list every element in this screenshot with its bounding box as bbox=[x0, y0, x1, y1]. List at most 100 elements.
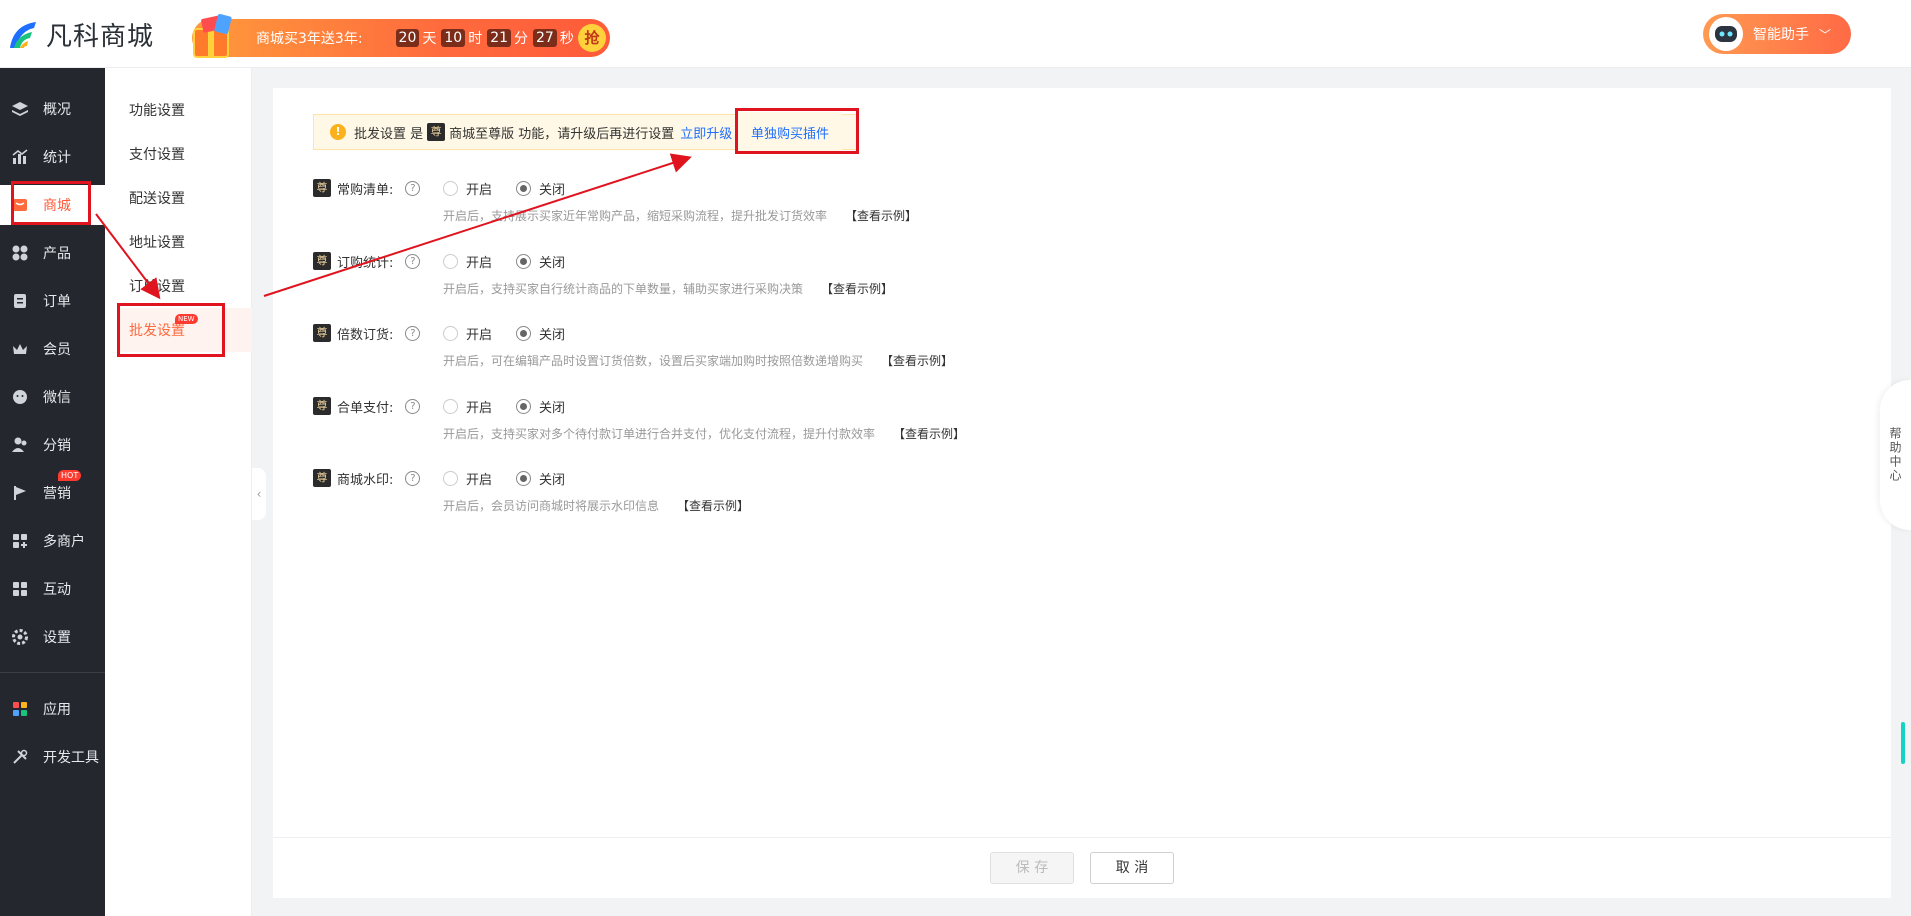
tools-icon bbox=[10, 747, 30, 767]
radio-circle bbox=[443, 398, 458, 414]
sidebar-item-members[interactable]: 会员 bbox=[0, 329, 105, 369]
subnav-item-wholesale[interactable]: 批发设置 NEW bbox=[117, 308, 252, 352]
radio-circle bbox=[516, 180, 532, 196]
setting-label-text: 合单支付: bbox=[337, 400, 394, 416]
view-example-link[interactable]: 【查看示例】 bbox=[893, 427, 965, 441]
logo[interactable]: 凡科商城 bbox=[6, 16, 154, 53]
subnav-item-delivery[interactable]: 配送设置 bbox=[105, 176, 252, 220]
setting-label: 尊 合单支付: ? bbox=[313, 396, 421, 416]
promo-text: 商城买3年送3年: bbox=[256, 31, 363, 47]
upgrade-link[interactable]: 立即升级 bbox=[680, 123, 732, 142]
buy-plugin-link[interactable]: 单独购买插件 bbox=[738, 112, 842, 152]
countdown-hours: 10 bbox=[441, 29, 466, 47]
radio-on[interactable]: 开启 bbox=[443, 469, 492, 488]
subnav-item-order[interactable]: 订单设置 bbox=[105, 264, 252, 308]
view-example-link[interactable]: 【查看示例】 bbox=[821, 282, 893, 296]
radio-label: 关闭 bbox=[539, 400, 566, 416]
order-icon bbox=[10, 291, 30, 311]
subnav-item-address[interactable]: 地址设置 bbox=[105, 220, 252, 264]
assistant-button[interactable]: 智能助手 ﹀ bbox=[1703, 14, 1851, 54]
setting-description: 开启后，会员访问商城时将展示水印信息 【查看示例】 bbox=[443, 497, 749, 514]
sidebar-item-multi-merchant[interactable]: 多商户 bbox=[0, 521, 105, 561]
countdown-minutes-unit: 分 bbox=[514, 31, 529, 47]
radio-label: 关闭 bbox=[539, 472, 566, 488]
sidebar-item-label: 微信 bbox=[43, 390, 71, 406]
sidebar-item-apps[interactable]: 应用 bbox=[0, 689, 105, 729]
secondary-sidebar: 功能设置 支付设置 配送设置 地址设置 订单设置 批发设置 NEW bbox=[105, 68, 252, 916]
help-icon[interactable]: ? bbox=[405, 470, 421, 486]
sidebar-item-label: 会员 bbox=[43, 342, 71, 358]
sidebar-item-label: 统计 bbox=[43, 150, 71, 166]
sidebar-item-settings[interactable]: 设置 bbox=[0, 617, 105, 657]
sidebar-item-products[interactable]: 产品 bbox=[0, 233, 105, 273]
sidebar-item-interact[interactable]: 互动 bbox=[0, 569, 105, 609]
promo-banner[interactable]: 商城买3年送3年: 20 天 10 时 21 分 27 秒 抢 bbox=[192, 13, 610, 58]
sidebar-item-distribution[interactable]: 分销 bbox=[0, 425, 105, 465]
sidebar-item-devtools[interactable]: 开发工具 bbox=[0, 737, 105, 777]
radio-label: 开启 bbox=[466, 255, 493, 271]
shop-icon bbox=[10, 195, 30, 215]
sidebar-item-marketing[interactable]: 营销 HOT bbox=[0, 470, 105, 513]
radio-on[interactable]: 开启 bbox=[443, 179, 492, 198]
radio-label: 开启 bbox=[466, 182, 493, 198]
chart-icon bbox=[10, 147, 30, 167]
setting-description: 开启后，支持买家对多个待付款订单进行合并支付，优化支付流程，提升付款效率 【查看示… bbox=[443, 425, 965, 442]
radio-off[interactable]: 关闭 bbox=[516, 397, 565, 416]
apps-icon bbox=[10, 699, 30, 719]
radio-off[interactable]: 关闭 bbox=[516, 324, 565, 343]
grab-button[interactable]: 抢 bbox=[578, 24, 606, 52]
radio-circle bbox=[443, 253, 458, 269]
radio-label: 开启 bbox=[466, 327, 493, 343]
sidebar-item-label: 设置 bbox=[43, 630, 71, 646]
radio-on[interactable]: 开启 bbox=[443, 324, 492, 343]
collapse-sidebar-button[interactable]: ‹ bbox=[252, 468, 266, 520]
new-badge: NEW bbox=[175, 314, 198, 324]
sidebar-item-wechat[interactable]: 微信 bbox=[0, 377, 105, 417]
sidebar-item-label: 商城 bbox=[43, 198, 71, 214]
save-button[interactable]: 保 存 bbox=[990, 852, 1074, 884]
help-icon[interactable]: ? bbox=[405, 398, 421, 414]
sidebar-item-stats[interactable]: 统计 bbox=[0, 137, 105, 177]
setting-label: 尊 倍数订货: ? bbox=[313, 323, 421, 343]
radio-off[interactable]: 关闭 bbox=[516, 179, 565, 198]
sidebar-item-shop[interactable]: 商城 bbox=[0, 185, 105, 225]
sidebar-item-label: 互动 bbox=[43, 582, 71, 598]
warning-icon: ! bbox=[330, 124, 346, 140]
chevron-down-icon: ﹀ bbox=[1819, 27, 1832, 42]
radio-on[interactable]: 开启 bbox=[443, 252, 492, 271]
scroll-indicator[interactable] bbox=[1901, 722, 1905, 764]
radio-off[interactable]: 关闭 bbox=[516, 469, 565, 488]
subnav-item-function[interactable]: 功能设置 bbox=[105, 88, 252, 132]
view-example-link[interactable]: 【查看示例】 bbox=[845, 209, 917, 223]
radio-label: 关闭 bbox=[539, 327, 566, 343]
help-icon[interactable]: ? bbox=[405, 253, 421, 269]
radio-circle bbox=[516, 398, 532, 414]
main-sidebar: 概况 统计 商城 产品 订单 会员 微信 分销 营销 HOT 多商户 互动 设置… bbox=[0, 68, 105, 916]
cancel-button[interactable]: 取 消 bbox=[1090, 852, 1174, 884]
setting-label-text: 倍数订货: bbox=[337, 327, 394, 343]
vip-badge: 尊 bbox=[427, 123, 446, 141]
chevron-left-icon: ‹ bbox=[256, 487, 262, 501]
vip-badge: 尊 bbox=[313, 324, 331, 342]
setting-label-text: 商城水印: bbox=[337, 472, 394, 488]
help-center-tab[interactable]: 帮助中心 bbox=[1880, 380, 1911, 530]
sidebar-item-label: 分销 bbox=[43, 438, 71, 454]
help-icon[interactable]: ? bbox=[405, 180, 421, 196]
view-example-link[interactable]: 【查看示例】 bbox=[677, 499, 749, 513]
toggle-radio-group: 开启 关闭 bbox=[443, 468, 589, 488]
robot-icon bbox=[1709, 17, 1743, 51]
description-text: 开启后，支持买家自行统计商品的下单数量，辅助买家进行采购决策 bbox=[443, 282, 804, 296]
crown-icon bbox=[10, 339, 30, 359]
sidebar-item-orders[interactable]: 订单 bbox=[0, 281, 105, 321]
help-icon[interactable]: ? bbox=[405, 325, 421, 341]
vip-badge: 尊 bbox=[313, 179, 331, 197]
view-example-link[interactable]: 【查看示例】 bbox=[881, 354, 953, 368]
countdown-hours-unit: 时 bbox=[468, 31, 483, 47]
countdown-days-unit: 天 bbox=[422, 31, 437, 47]
sidebar-item-overview[interactable]: 概况 bbox=[0, 89, 105, 129]
subnav-item-payment[interactable]: 支付设置 bbox=[105, 132, 252, 176]
radio-on[interactable]: 开启 bbox=[443, 397, 492, 416]
radio-off[interactable]: 关闭 bbox=[516, 252, 565, 271]
sidebar-item-label: 概况 bbox=[43, 102, 71, 118]
setting-label-text: 订购统计: bbox=[337, 255, 394, 271]
